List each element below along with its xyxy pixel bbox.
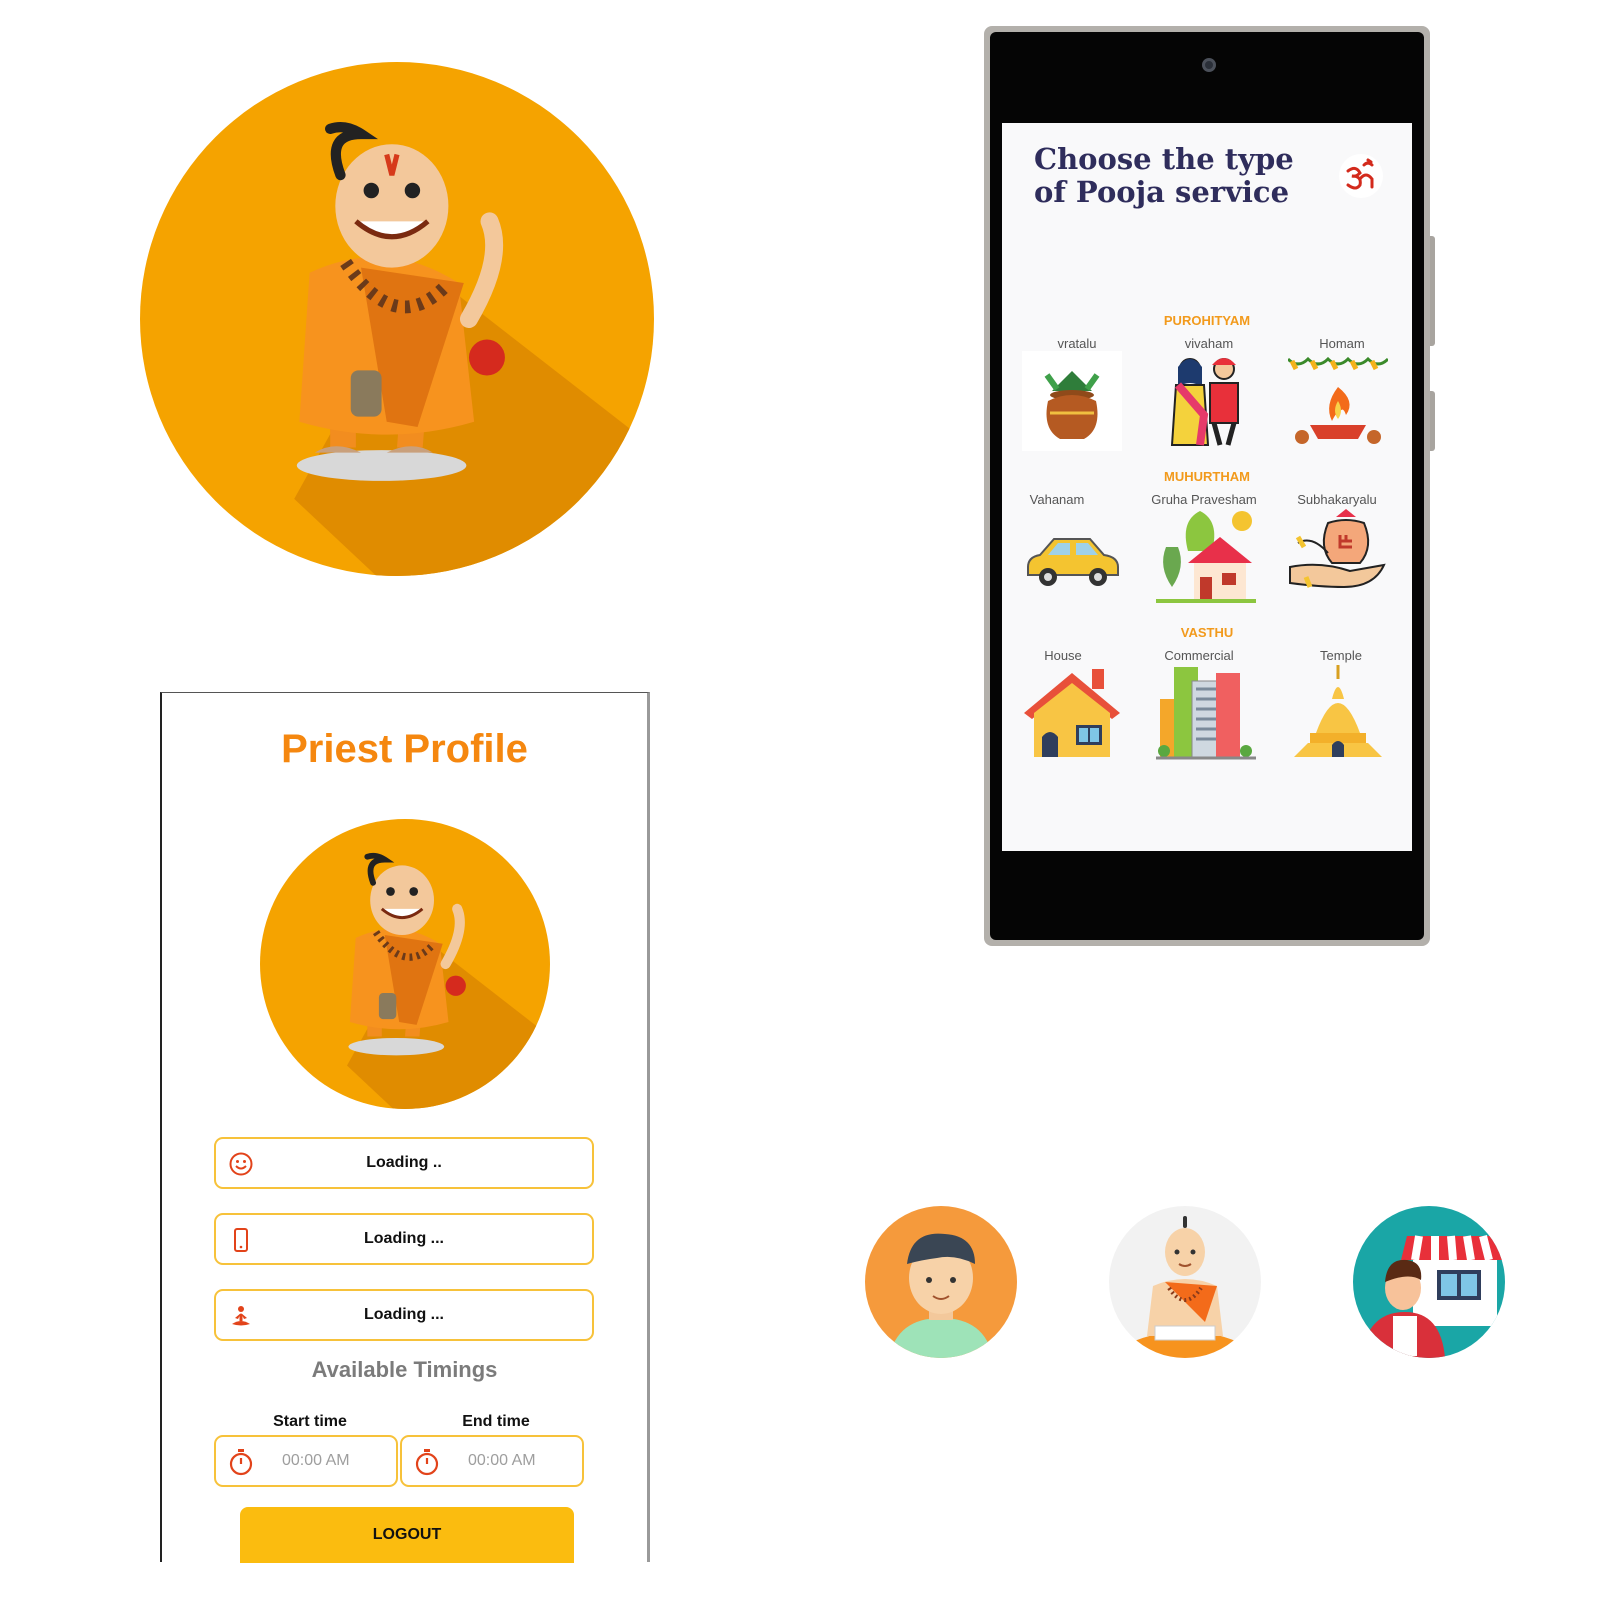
service-label: Vahanam	[1029, 492, 1085, 507]
user-type-panel	[815, 970, 1570, 1600]
available-timings-heading: Available Timings	[311, 1357, 498, 1382]
priest-avatar-icon[interactable]	[1109, 1206, 1261, 1358]
logout-button[interactable]: LOGOUT	[240, 1507, 574, 1563]
phone-frame: Choose the type of Pooja service PUROHIT…	[984, 26, 1435, 946]
end-time-input[interactable]: 00:00 AM	[400, 1435, 584, 1487]
start-time-label: Start time	[273, 1413, 347, 1430]
section-heading-purohityam: PUROHITYAM	[1163, 313, 1251, 328]
section-heading-muhurtham: MUHURTHAM	[1164, 469, 1250, 484]
om-icon	[1339, 154, 1383, 198]
temple-icon[interactable]	[1288, 663, 1388, 763]
service-label: Homam	[1319, 336, 1365, 351]
page-title: Priest Profile	[281, 727, 528, 771]
priest-mascot-icon	[140, 62, 654, 576]
customer-avatar-icon[interactable]	[865, 1206, 1017, 1358]
car-icon[interactable]	[1022, 507, 1122, 607]
sacred-fire-icon[interactable]	[1288, 351, 1388, 451]
service-field[interactable]: Loading ...	[214, 1289, 594, 1341]
house-with-trees-icon[interactable]	[1156, 507, 1256, 607]
phone-bezel: Choose the type of Pooja service PUROHIT…	[990, 32, 1424, 940]
service-label: Temple	[1320, 648, 1362, 663]
service-value: Loading ...	[364, 1306, 444, 1323]
service-label: vratalu	[1057, 336, 1097, 351]
screen-title-line1: Choose the type	[1034, 142, 1294, 176]
name-value: Loading ..	[366, 1154, 442, 1171]
end-time-value: 00:00 AM	[468, 1452, 536, 1469]
end-time-label: End time	[462, 1413, 530, 1430]
start-time-input[interactable]: 00:00 AM	[214, 1435, 398, 1487]
service-label: Gruha Pravesham	[1151, 492, 1257, 507]
front-camera	[1202, 58, 1216, 72]
screen-title-line2: of Pooja service	[1034, 175, 1290, 209]
buildings-icon[interactable]	[1156, 663, 1256, 763]
section-heading-vasthu: VASTHU	[1180, 625, 1234, 640]
stopwatch-icon	[415, 1449, 439, 1476]
profile-avatar	[260, 819, 550, 1109]
service-label: vivaham	[1184, 336, 1234, 351]
phone-value: Loading ...	[364, 1230, 444, 1247]
screen-title: Choose the type of Pooja service	[1034, 143, 1324, 209]
start-time-value: 00:00 AM	[282, 1452, 350, 1469]
priest-logo-large	[140, 62, 654, 576]
house-icon[interactable]	[1022, 663, 1122, 763]
stopwatch-icon	[229, 1449, 253, 1476]
offering-hands-icon[interactable]	[1288, 507, 1388, 607]
volume-button	[1430, 236, 1435, 346]
pooja-service-screen: Choose the type of Pooja service PUROHIT…	[1002, 123, 1412, 851]
service-label: House	[1044, 648, 1082, 663]
priest-mascot-icon	[260, 819, 550, 1109]
kalash-icon[interactable]	[1022, 351, 1122, 451]
power-button	[1430, 391, 1435, 451]
phone-field[interactable]: Loading ...	[214, 1213, 594, 1265]
shop-vendor-avatar-icon[interactable]	[1353, 1206, 1505, 1358]
service-label: Subhakaryalu	[1297, 492, 1377, 507]
service-label: Commercial	[1164, 648, 1234, 663]
priest-profile-screen: Priest Profile Loading .. Loading ... Lo…	[160, 692, 650, 1563]
name-field[interactable]: Loading ..	[214, 1137, 594, 1189]
wedding-couple-icon[interactable]	[1156, 351, 1256, 451]
